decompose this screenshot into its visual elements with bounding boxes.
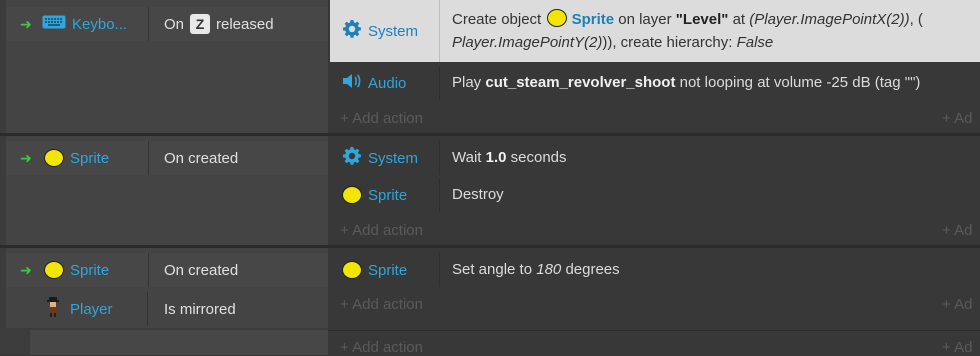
add-action-right-button[interactable]: + Ad	[942, 296, 972, 313]
action-text-p1: Wait	[452, 149, 482, 166]
condition-object[interactable]: ➜ Sprite	[12, 141, 149, 175]
action-object[interactable]: Sprite	[334, 178, 440, 212]
condition-text[interactable]: On created	[164, 141, 238, 175]
action-text[interactable]: Create object Sprite on layer "Level" at…	[440, 0, 972, 62]
action-object-name: Sprite	[368, 261, 408, 279]
action-text[interactable]: Play cut_steam_revolver_shoot not loopin…	[440, 66, 920, 100]
condition-object-name: Player	[70, 300, 113, 318]
condition-text[interactable]: On Z released	[164, 7, 274, 41]
event-2-condition[interactable]: ➜ Sprite On created	[6, 141, 328, 175]
action-text[interactable]: Wait 1.0 seconds	[440, 141, 567, 175]
action-text-p4: , (	[909, 11, 923, 28]
action-object[interactable]: Sprite	[334, 253, 440, 287]
action-object[interactable]: System	[334, 141, 440, 175]
condition-prefix: On	[164, 15, 185, 33]
bottom-add-action-button[interactable]: + Add action	[340, 339, 423, 356]
expr-x: (Player.ImagePointX(2))	[749, 11, 910, 28]
sprite-icon	[342, 186, 362, 204]
condition-text[interactable]: On created	[164, 253, 238, 287]
event-2-action-2[interactable]: Sprite Destroy	[334, 178, 980, 212]
condition-object[interactable]: ➜ Keybo...	[12, 7, 149, 41]
condition-text[interactable]: Is mirrored	[164, 292, 236, 326]
angle-value: 180	[536, 261, 562, 278]
event-1-condition[interactable]: ➜ Keybo... On Z released	[6, 7, 328, 41]
bottom-add-action-right-button[interactable]: + Ad	[942, 339, 972, 356]
gear-icon	[342, 19, 362, 43]
action-text-p5: )), create hierarchy:	[602, 34, 733, 51]
gear-icon	[342, 146, 362, 170]
wait-value: 1.0	[485, 149, 507, 166]
action-object-name: Sprite	[368, 186, 408, 204]
action-object-name: System	[368, 22, 419, 40]
expr-y: Player.ImagePointY(2)	[452, 34, 603, 51]
action-object-param: Sprite	[571, 11, 615, 28]
action-text-p1: Play	[452, 74, 482, 91]
sprite-icon	[44, 261, 64, 279]
event-3-action-1[interactable]: Sprite Set angle to 180 degrees	[334, 253, 980, 287]
action-text-p2: seconds	[510, 149, 567, 166]
action-text-p3: at	[732, 11, 746, 28]
event-1-action-1[interactable]: System Create object Sprite on layer "Le…	[330, 0, 980, 62]
action-text-p2: not looping at volume -25 dB (tag "")	[679, 74, 921, 91]
add-action-button[interactable]: + Add action	[340, 110, 423, 127]
add-action-button[interactable]: + Add action	[340, 296, 423, 313]
condition-object-name: Keybo...	[72, 15, 128, 33]
action-object-name: Audio	[368, 74, 407, 92]
trigger-arrow-icon: ➜	[20, 261, 32, 278]
condition-object[interactable]: ➜ Sprite	[12, 253, 149, 287]
event-3-condition-2[interactable]: Player Is mirrored	[6, 292, 328, 326]
action-object[interactable]: System	[330, 0, 440, 62]
action-text-p1: Set angle to	[452, 261, 533, 278]
add-action-right-button[interactable]: + Ad	[942, 110, 972, 127]
event-2-action-1[interactable]: System Wait 1.0 seconds	[334, 141, 980, 175]
sprite-icon	[342, 261, 362, 279]
keyboard-icon	[42, 14, 66, 34]
action-text[interactable]: Destroy	[440, 178, 504, 212]
action-text-p2: on layer	[618, 11, 672, 28]
trigger-arrow-icon: ➜	[20, 149, 32, 166]
sprite-icon	[44, 149, 64, 167]
event-1-action-2[interactable]: Audio Play cut_steam_revolver_shoot not …	[334, 66, 980, 100]
player-icon	[42, 296, 64, 322]
hierarchy-param: False	[736, 34, 774, 51]
condition-object[interactable]: Player	[12, 292, 148, 326]
action-text-p1: Create object	[452, 11, 542, 28]
sprite-icon	[547, 9, 568, 27]
add-action-button[interactable]: + Add action	[340, 222, 423, 239]
action-text[interactable]: Set angle to 180 degrees	[440, 253, 620, 287]
trigger-arrow-icon: ➜	[20, 15, 32, 32]
action-object[interactable]: Audio	[334, 66, 440, 100]
speaker-icon	[342, 72, 362, 94]
condition-suffix: released	[216, 15, 274, 33]
sub-event-indent	[30, 330, 328, 355]
action-object-name: System	[368, 149, 419, 167]
sub-event-border	[328, 330, 980, 331]
sound-param: cut_steam_revolver_shoot	[485, 74, 676, 91]
layer-param: "Level"	[675, 11, 729, 28]
action-text-p2: degrees	[565, 261, 620, 278]
key-z-badge: Z	[190, 14, 211, 34]
event-3-condition-1[interactable]: ➜ Sprite On created	[6, 253, 328, 287]
add-action-right-button[interactable]: + Ad	[942, 222, 972, 239]
condition-object-name: Sprite	[70, 149, 110, 167]
condition-object-name: Sprite	[70, 261, 110, 279]
